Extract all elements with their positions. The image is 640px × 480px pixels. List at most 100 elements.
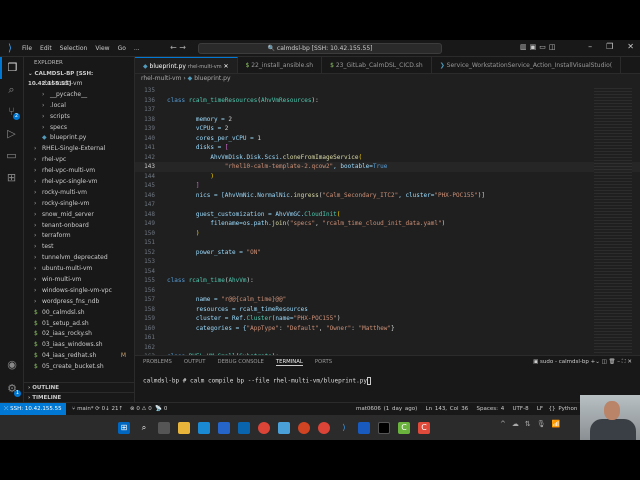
settings-gear-icon[interactable]: ⚙ 1: [0, 378, 24, 400]
trash-icon[interactable]: 🗑: [609, 359, 616, 365]
tree-item[interactable]: › RHEL-Single-External: [24, 144, 134, 155]
tree-item[interactable]: › terraform: [24, 231, 134, 242]
tree-item[interactable]: › test: [24, 242, 134, 253]
tree-item[interactable]: › rhel-vpc: [24, 155, 134, 166]
menu-item-2[interactable]: Selection: [60, 45, 88, 52]
remote-explorer-icon[interactable]: ▭: [0, 145, 23, 167]
camtasia-recorder-icon[interactable]: C: [418, 421, 430, 434]
panel-tab-terminal[interactable]: TERMINAL: [275, 359, 303, 366]
close-panel-icon[interactable]: ✕: [627, 359, 632, 365]
chrome-profile-icon[interactable]: [318, 421, 330, 434]
explorer-icon[interactable]: ❐: [0, 57, 23, 79]
teams-icon[interactable]: [278, 421, 290, 434]
tree-item[interactable]: ◆ blueprint.py: [24, 133, 134, 144]
tree-item[interactable]: $02_iaas_rocky.sh: [24, 329, 134, 340]
terminal-app-icon[interactable]: [378, 421, 390, 434]
tree-item[interactable]: › windows-single-vm-vpc: [24, 286, 134, 297]
tree-item[interactable]: › rhel-vpc-single-vm: [24, 177, 134, 188]
line-ending[interactable]: LF: [537, 406, 543, 412]
tree-item[interactable]: › tenant-onboard: [24, 221, 134, 232]
run-debug-icon[interactable]: ▷: [0, 123, 23, 145]
panel-tab-problems[interactable]: PROBLEMS: [143, 359, 172, 366]
tab-1[interactable]: $ 22_install_ansible.sh: [238, 57, 323, 73]
language-mode[interactable]: Python: [558, 406, 577, 412]
tree-item[interactable]: › ubuntu-multi-vm: [24, 264, 134, 275]
layout-controls[interactable]: ▥▣▭◫: [520, 43, 558, 51]
panel-tab-debug-console[interactable]: DEBUG CONSOLE: [218, 359, 264, 366]
account-icon[interactable]: ◉: [0, 354, 24, 376]
cursor-position[interactable]: Ln 143, Col 36: [426, 406, 469, 412]
outlook-icon[interactable]: [238, 421, 250, 434]
system-tray[interactable]: ^☁⇅🎙📶: [500, 420, 566, 428]
menu-item-3[interactable]: View: [95, 45, 109, 52]
terminal[interactable]: calmdsl-bp # calm compile bp --file rhel…: [135, 369, 640, 393]
extensions-icon[interactable]: ⊞: [0, 167, 23, 189]
shell-file-icon: $: [34, 308, 38, 316]
workspace-root[interactable]: ⌄ CALMDSL-BP [SSH: 10.42.155.55]: [24, 69, 134, 87]
menu-item-1[interactable]: Edit: [40, 45, 52, 52]
tree-item[interactable]: $05_create_bucket.sh: [24, 362, 134, 373]
chrome-icon[interactable]: [258, 421, 270, 434]
tree-item[interactable]: › rocky-multi-vm: [24, 188, 134, 199]
line-number: 150: [144, 229, 155, 237]
encoding[interactable]: UTF-8: [513, 406, 529, 412]
tree-item[interactable]: › rhel-vpc-multi-vm: [24, 166, 134, 177]
tab-0[interactable]: ◆ blueprint.py rhel-multi-vm ✕: [135, 57, 238, 73]
source-control-icon[interactable]: ⑂ 2: [0, 101, 23, 123]
indentation[interactable]: Spaces: 4: [477, 406, 505, 412]
tree-item[interactable]: › specs: [24, 123, 134, 134]
menu-item-4[interactable]: Go: [118, 45, 126, 52]
breadcrumb-folder[interactable]: rhel-multi-vm: [141, 75, 181, 82]
vscode-icon[interactable]: ⟩: [338, 422, 350, 434]
tree-item[interactable]: › win-multi-vm: [24, 275, 134, 286]
maximize-panel-icon[interactable]: ⛶: [622, 359, 626, 365]
tree-item[interactable]: › wordpress_fns_ndb: [24, 297, 134, 308]
tree-item[interactable]: $00_calmdsl.sh: [24, 308, 134, 319]
word-icon[interactable]: [358, 421, 370, 434]
tab-3[interactable]: ❯ Service_WorkstationService_Action_Inst…: [432, 57, 622, 73]
panel-tab-ports[interactable]: PORTS: [315, 359, 332, 366]
tree-item[interactable]: $01_setup_ad.sh: [24, 319, 134, 330]
menu-item-0[interactable]: File: [22, 45, 32, 52]
menu-item-5[interactable]: ...: [134, 45, 140, 52]
tree-item[interactable]: $03_iaas_windows.sh: [24, 340, 134, 351]
edge-icon[interactable]: [198, 421, 210, 434]
tree-item[interactable]: › __pycache__: [24, 90, 134, 101]
tree-item[interactable]: › .local: [24, 101, 134, 112]
git-blame[interactable]: mat0606 (1 day ago): [356, 406, 417, 412]
close-window-button[interactable]: ✕: [627, 42, 634, 51]
timeline-section[interactable]: › TIMELINE: [24, 392, 134, 402]
tree-item[interactable]: › tunnelvm_deprecated: [24, 253, 134, 264]
minimize-panel-icon[interactable]: –: [617, 359, 620, 365]
code-editor[interactable]: 135 136 class rcalm_timeResources (AhvVmRes…: [135, 86, 640, 355]
restore-button[interactable]: ❐: [606, 42, 613, 51]
tree-item[interactable]: › scripts: [24, 112, 134, 123]
breadcrumb-file[interactable]: blueprint.py: [194, 75, 230, 82]
tree-item[interactable]: › rocky-single-vm: [24, 199, 134, 210]
search-icon[interactable]: ⌕: [138, 422, 150, 434]
store-icon[interactable]: [218, 421, 230, 434]
outline-section[interactable]: › OUTLINE: [24, 382, 134, 392]
tree-item[interactable]: $04_iaas_redhat.sh M: [24, 351, 134, 362]
close-tab-icon[interactable]: ✕: [222, 63, 228, 70]
new-terminal-button[interactable]: +⌄: [591, 359, 600, 365]
command-center-search[interactable]: 🔍 calmdsl-bp [SSH: 10.42.155.55]: [198, 43, 442, 54]
search-icon[interactable]: ⌕: [0, 79, 23, 101]
start-windows-icon[interactable]: ⊞: [118, 421, 130, 434]
split-terminal-icon[interactable]: ◫: [602, 359, 607, 365]
panel-tab-output[interactable]: OUTPUT: [184, 359, 206, 366]
tree-item[interactable]: › snow_mid_server: [24, 210, 134, 221]
terminal-name[interactable]: sudo - calmdsl-bp: [540, 359, 589, 365]
nav-arrows[interactable]: ← →: [170, 43, 186, 52]
branch-indicator[interactable]: ⑂ main* ⟳ 0↓ 21↑: [72, 403, 123, 415]
problems-indicator[interactable]: ⊗ 0 ⚠ 0 📡 0: [130, 403, 167, 415]
camtasia-icon[interactable]: C: [398, 421, 410, 434]
powerpoint-icon[interactable]: [298, 421, 310, 434]
minimap[interactable]: [594, 86, 632, 355]
file-explorer-icon[interactable]: [178, 421, 190, 434]
tree-item[interactable]: ⌄ rhel-multi-vm: [24, 79, 134, 90]
task-view-icon[interactable]: [158, 421, 170, 434]
remote-indicator[interactable]: ⤫ SSH: 10.42.155.55: [0, 403, 66, 415]
minimize-button[interactable]: –: [588, 42, 592, 51]
tab-2[interactable]: $ 23_GitLab_CalmDSL_CICD.sh: [322, 57, 432, 73]
